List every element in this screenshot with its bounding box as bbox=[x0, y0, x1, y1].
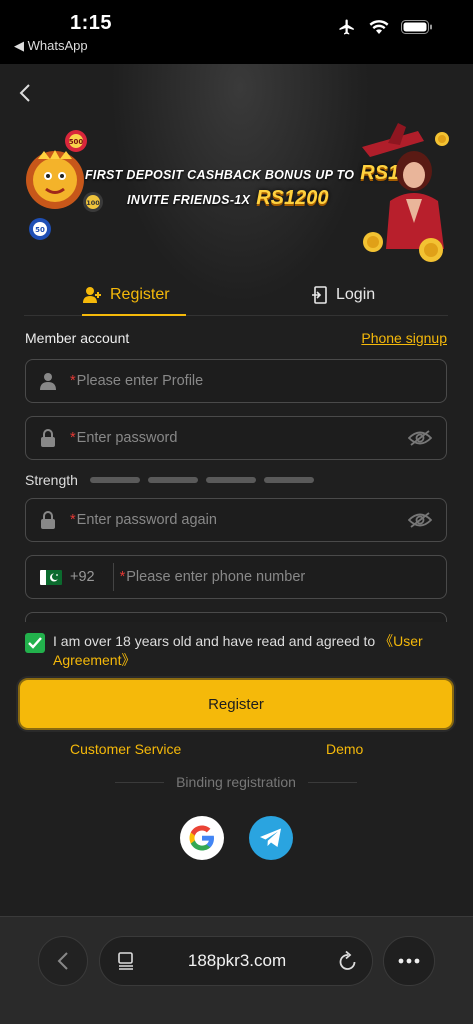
user-icon bbox=[26, 372, 70, 390]
browser-toolbar: 188pkr3.com bbox=[0, 916, 473, 1024]
member-account-label: Member account bbox=[25, 330, 130, 346]
back-to-app-link[interactable]: ◀ WhatsApp bbox=[14, 38, 88, 54]
banner-line-2: INVITE FRIENDS-1X RS1200 bbox=[127, 187, 328, 210]
register-button[interactable]: Register bbox=[18, 678, 454, 730]
chip-100-label: 100 bbox=[86, 199, 100, 207]
eye-off-icon[interactable] bbox=[407, 511, 433, 534]
strength-segment bbox=[147, 477, 198, 483]
chevron-left-icon bbox=[19, 84, 30, 102]
chip-50-label: 50 bbox=[35, 226, 45, 234]
more-options-button[interactable] bbox=[383, 936, 435, 986]
profile-placeholder-text: Please enter Profile bbox=[76, 373, 204, 389]
phone-placeholder-text: Please enter phone number bbox=[126, 569, 306, 585]
password-again-placeholder-text: Enter password again bbox=[76, 512, 217, 528]
banner-line-2-text: INVITE FRIENDS-1X bbox=[127, 193, 251, 207]
password-again-placeholder: *Enter password again bbox=[70, 512, 217, 528]
add-user-icon bbox=[83, 287, 101, 303]
status-time: 1:15 bbox=[70, 12, 113, 34]
password-strength: Strength bbox=[25, 472, 314, 488]
banner-line-1-text: FIRST DEPOSIT CASHBACK BONUS UP TO bbox=[85, 168, 355, 182]
tab-login[interactable]: Login bbox=[312, 274, 375, 316]
required-mark: * bbox=[70, 430, 76, 446]
country-code[interactable]: +92 bbox=[70, 569, 95, 585]
strength-segment bbox=[263, 477, 314, 483]
required-mark: * bbox=[70, 373, 76, 389]
login-icon bbox=[312, 286, 327, 304]
register-page: 500 100 50 FIRST DEPOSIT CASHBACK BONUS … bbox=[0, 64, 473, 916]
agreement-checkbox[interactable] bbox=[25, 633, 45, 653]
chip-100-icon: 100 bbox=[83, 192, 103, 212]
address-bar[interactable]: 188pkr3.com bbox=[99, 936, 373, 986]
telegram-signin-button[interactable] bbox=[249, 816, 293, 860]
strength-label: Strength bbox=[25, 472, 78, 488]
strength-segment bbox=[205, 477, 256, 483]
status-icons bbox=[337, 18, 433, 41]
browser-back-button[interactable] bbox=[38, 936, 88, 986]
telegram-icon bbox=[260, 828, 281, 847]
eye-off-icon[interactable] bbox=[407, 429, 433, 452]
chevron-left-icon bbox=[57, 952, 68, 970]
demo-link[interactable]: Demo bbox=[326, 741, 363, 757]
more-dots-icon bbox=[398, 958, 420, 964]
agreement-text: I am over 18 years old and have read and… bbox=[53, 632, 445, 670]
customer-service-link[interactable]: Customer Service bbox=[70, 741, 181, 757]
status-bar: 1:15 ◀ WhatsApp bbox=[0, 0, 473, 64]
check-icon bbox=[28, 637, 42, 649]
next-input-partial[interactable] bbox=[25, 612, 447, 622]
phone-placeholder: *Please enter phone number bbox=[120, 569, 306, 585]
url-text: 188pkr3.com bbox=[187, 951, 287, 970]
pakistan-flag-icon[interactable] bbox=[40, 569, 62, 585]
back-button[interactable] bbox=[12, 80, 38, 106]
binding-registration-label: Binding registration bbox=[176, 774, 296, 790]
password-placeholder-text: Enter password bbox=[76, 430, 178, 446]
coin-icon bbox=[419, 238, 443, 262]
tab-login-label: Login bbox=[336, 286, 376, 303]
lock-icon bbox=[26, 429, 70, 447]
tab-register[interactable]: Register bbox=[82, 274, 170, 316]
binding-registration-divider: Binding registration bbox=[115, 774, 358, 790]
lock-icon bbox=[26, 511, 70, 529]
banner-line-2-amount: RS1200 bbox=[256, 187, 329, 209]
coin-icon bbox=[363, 232, 383, 252]
lion-mascot-icon bbox=[26, 150, 84, 209]
password-again-input[interactable]: *Enter password again bbox=[25, 498, 447, 542]
tab-register-label: Register bbox=[110, 286, 170, 303]
phone-input[interactable]: +92 *Please enter phone number bbox=[25, 555, 447, 599]
agreement-row: I am over 18 years old and have read and… bbox=[25, 632, 445, 670]
phone-signup-link[interactable]: Phone signup bbox=[361, 330, 447, 346]
airplane-icon bbox=[337, 18, 357, 41]
google-icon bbox=[189, 825, 214, 851]
active-tab-indicator bbox=[82, 314, 186, 316]
strength-segment bbox=[89, 477, 140, 483]
chip-50-icon: 50 bbox=[29, 218, 51, 240]
password-input[interactable]: *Enter password bbox=[25, 416, 447, 460]
required-mark: * bbox=[70, 512, 76, 528]
google-signin-button[interactable] bbox=[180, 816, 224, 860]
profile-placeholder: *Please enter Profile bbox=[70, 373, 203, 389]
agreement-text-body: I am over 18 years old and have read and… bbox=[53, 633, 380, 649]
reload-icon[interactable] bbox=[338, 950, 358, 977]
battery-icon bbox=[401, 19, 433, 40]
required-mark: * bbox=[119, 569, 126, 585]
chip-500-icon: 500 bbox=[65, 130, 87, 152]
password-placeholder: *Enter password bbox=[70, 430, 177, 446]
chip-500-label: 500 bbox=[69, 138, 84, 146]
wifi-icon bbox=[369, 19, 389, 40]
auth-tabs: Register Login bbox=[24, 274, 448, 316]
profile-input[interactable]: *Please enter Profile bbox=[25, 359, 447, 403]
